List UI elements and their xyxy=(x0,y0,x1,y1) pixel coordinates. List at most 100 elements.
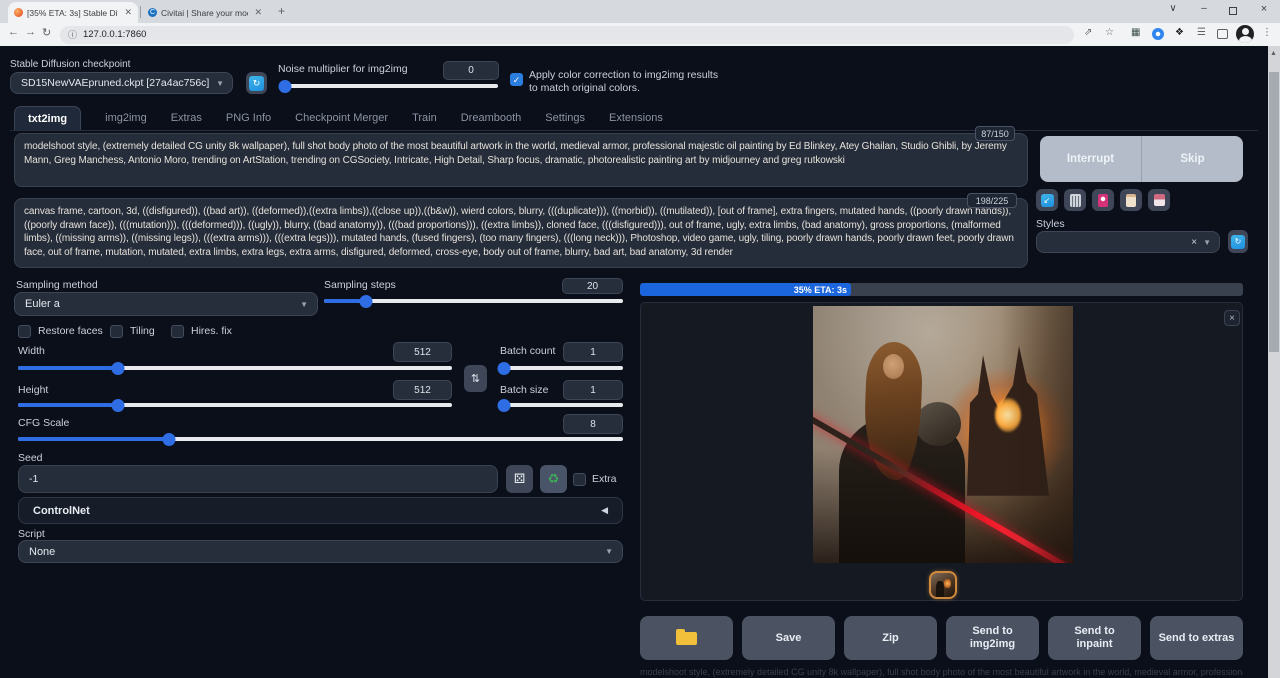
noise-multiplier-value[interactable]: 0 xyxy=(443,61,499,80)
batch-count-value[interactable]: 1 xyxy=(563,342,623,362)
batch-size-slider[interactable] xyxy=(498,403,623,407)
zip-button[interactable]: Zip xyxy=(844,616,937,660)
card-icon xyxy=(1098,194,1108,207)
tab-png-info[interactable]: PNG Info xyxy=(226,112,271,131)
side-panel-icon[interactable] xyxy=(1217,29,1228,39)
extra-seed-checkbox[interactable] xyxy=(573,473,586,486)
checkpoint-dropdown[interactable]: SD15NewVAEpruned.ckpt [27a4ac756c] ▼ xyxy=(10,72,233,94)
window-chevron-icon[interactable]: ∨ xyxy=(1165,3,1181,14)
checkpoint-label: Stable Diffusion checkpoint xyxy=(10,59,130,70)
width-slider[interactable] xyxy=(18,366,452,370)
interrupt-button[interactable]: Interrupt xyxy=(1040,136,1142,182)
save-style-button[interactable] xyxy=(1148,189,1170,211)
paste-arrow-icon: ↙ xyxy=(1041,194,1054,207)
forward-icon[interactable]: → xyxy=(25,26,36,38)
prompt-textarea[interactable]: modelshoot style, (extremely detailed CG… xyxy=(14,133,1028,187)
send-to-inpaint-button[interactable]: Send to inpaint xyxy=(1048,616,1141,660)
tab-extensions[interactable]: Extensions xyxy=(609,112,663,131)
height-slider[interactable] xyxy=(18,403,452,407)
tab-txt2img[interactable]: txt2img xyxy=(14,106,81,131)
send-to-img2img-button[interactable]: Send to img2img xyxy=(946,616,1039,660)
extension-blue-icon[interactable] xyxy=(1152,28,1164,40)
sampling-steps-slider[interactable] xyxy=(324,299,623,303)
refresh-styles-button[interactable]: ↻ xyxy=(1228,230,1248,253)
cfg-scale-slider[interactable] xyxy=(18,437,623,441)
slider-thumb[interactable] xyxy=(498,399,511,412)
window-minimize-icon[interactable]: – xyxy=(1196,3,1212,14)
paste-generation-params-button[interactable]: ↙ xyxy=(1036,189,1058,211)
tab-settings[interactable]: Settings xyxy=(545,112,585,131)
tiling-checkbox[interactable] xyxy=(110,325,123,338)
window-maximize-icon[interactable] xyxy=(1229,7,1237,15)
extension-grid-icon[interactable]: ▦ xyxy=(1131,27,1140,38)
skip-button[interactable]: Skip xyxy=(1142,136,1243,182)
slider-thumb[interactable] xyxy=(163,433,176,446)
slider-thumb[interactable] xyxy=(111,399,124,412)
browser-tab-stable-diffusion[interactable]: [35% ETA: 3s] Stable Diffusion ✕ xyxy=(8,2,138,23)
new-tab-button[interactable]: + xyxy=(278,4,285,18)
slider-thumb[interactable] xyxy=(279,80,292,93)
height-value[interactable]: 512 xyxy=(393,380,452,400)
close-preview-button[interactable]: × xyxy=(1224,310,1240,326)
generated-image[interactable] xyxy=(813,306,1073,563)
save-button[interactable]: Save xyxy=(742,616,835,660)
back-icon[interactable]: ← xyxy=(8,26,19,38)
page-scrollbar[interactable]: ▲ xyxy=(1268,46,1280,678)
extensions-puzzle-icon[interactable]: ❖ xyxy=(1175,27,1184,38)
scrollbar-thumb[interactable] xyxy=(1269,72,1279,352)
styles-dropdown[interactable]: × ▼ xyxy=(1036,231,1220,253)
tab-extras[interactable]: Extras xyxy=(171,112,202,131)
folder-icon xyxy=(676,632,697,645)
browser-tab-title: Civitai | Share your models xyxy=(161,8,248,18)
bookmark-star-icon[interactable]: ☆ xyxy=(1105,27,1114,38)
hires-fix-checkbox[interactable] xyxy=(171,325,184,338)
controlnet-accordion[interactable]: ControlNet ◀ xyxy=(18,497,623,524)
open-folder-button[interactable] xyxy=(640,616,733,660)
slider-thumb[interactable] xyxy=(359,295,372,308)
address-bar[interactable]: ⓘ 127.0.0.1:7860 xyxy=(60,26,1074,44)
window-close-icon[interactable]: × xyxy=(1256,3,1272,15)
clear-styles-icon[interactable]: × xyxy=(1191,237,1203,248)
noise-multiplier-slider[interactable] xyxy=(281,84,498,88)
share-icon[interactable]: ⇗ xyxy=(1084,27,1092,38)
reload-icon[interactable]: ↻ xyxy=(42,26,51,39)
restore-faces-label: Restore faces xyxy=(38,325,103,337)
tab-img2img[interactable]: img2img xyxy=(105,112,147,131)
script-dropdown[interactable]: None ▼ xyxy=(18,540,623,563)
color-correction-checkbox[interactable]: ✓ xyxy=(510,73,523,86)
tab-checkpoint-merger[interactable]: Checkpoint Merger xyxy=(295,112,388,131)
clear-prompt-button[interactable] xyxy=(1064,189,1086,211)
reuse-seed-button[interactable]: ♻ xyxy=(540,465,567,493)
browser-toolbar: ← → ↻ ⓘ 127.0.0.1:7860 ⇗ ☆ ▦ ❖ ☰ ⋮ xyxy=(0,23,1280,46)
sampling-steps-value[interactable]: 20 xyxy=(562,278,623,294)
profile-avatar[interactable] xyxy=(1236,25,1254,43)
tab-close-icon[interactable]: ✕ xyxy=(254,7,262,18)
random-seed-button[interactable]: ⚄ xyxy=(506,465,533,493)
apply-styles-button[interactable] xyxy=(1120,189,1142,211)
extra-networks-button[interactable] xyxy=(1092,189,1114,211)
checkpoint-value: SD15NewVAEpruned.ckpt [27a4ac756c] xyxy=(11,77,216,89)
sampling-method-dropdown[interactable]: Euler a ▼ xyxy=(14,292,318,316)
reading-list-icon[interactable]: ☰ xyxy=(1197,27,1206,38)
refresh-checkpoint-button[interactable]: ↻ xyxy=(246,72,267,94)
tab-close-icon[interactable]: ✕ xyxy=(124,7,132,18)
tab-train[interactable]: Train xyxy=(412,112,437,131)
batch-size-value[interactable]: 1 xyxy=(563,380,623,400)
slider-thumb[interactable] xyxy=(111,362,124,375)
negative-prompt-textarea[interactable]: canvas frame, cartoon, 3d, ((disfigured)… xyxy=(14,198,1028,268)
slider-thumb[interactable] xyxy=(498,362,511,375)
chevron-down-icon: ▼ xyxy=(605,547,622,556)
cfg-scale-value[interactable]: 8 xyxy=(563,414,623,434)
swap-dimensions-button[interactable]: ⇅ xyxy=(464,365,487,392)
width-value[interactable]: 512 xyxy=(393,342,452,362)
site-info-icon[interactable]: ⓘ xyxy=(68,28,77,41)
gallery-thumbnail[interactable] xyxy=(929,571,957,599)
scroll-up-icon[interactable]: ▲ xyxy=(1270,50,1277,57)
restore-faces-checkbox[interactable] xyxy=(18,325,31,338)
send-to-extras-button[interactable]: Send to extras xyxy=(1150,616,1243,660)
seed-input[interactable]: -1 xyxy=(18,465,498,493)
browser-tab-civitai[interactable]: C Civitai | Share your models ✕ xyxy=(142,2,268,23)
tab-dreambooth[interactable]: Dreambooth xyxy=(461,112,522,131)
menu-dots-icon[interactable]: ⋮ xyxy=(1262,27,1272,38)
batch-count-slider[interactable] xyxy=(498,366,623,370)
